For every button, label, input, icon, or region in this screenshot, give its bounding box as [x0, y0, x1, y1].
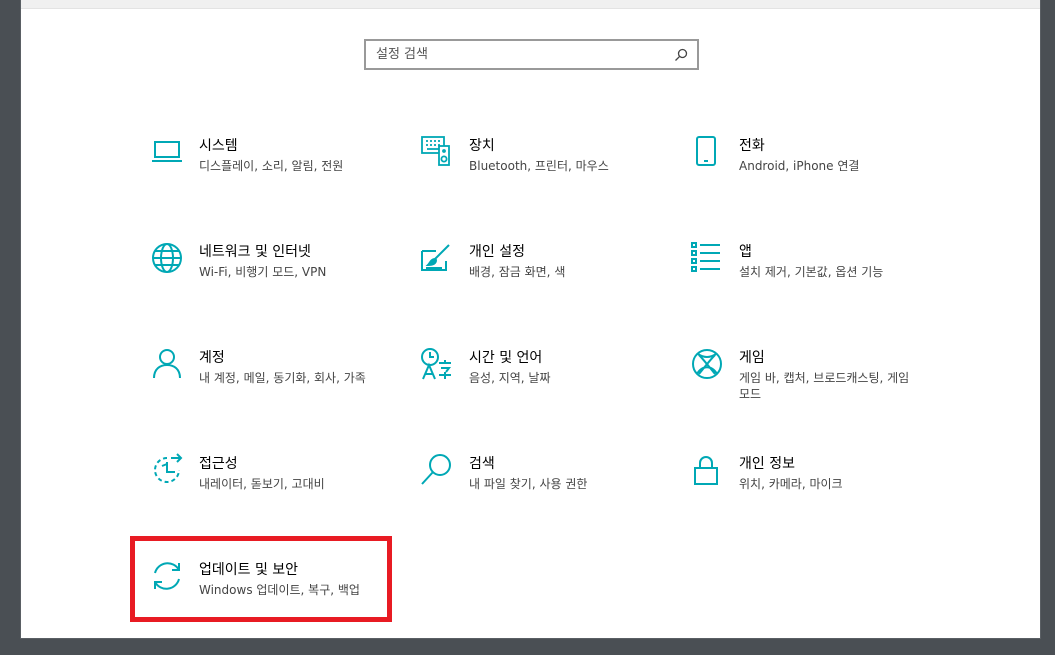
- tile-accessibility-desc: 내레이터, 돋보기, 고대비: [199, 477, 325, 491]
- tile-apps[interactable]: 앱 설치 제거, 기본값, 옵션 기능: [690, 241, 930, 323]
- xbox-icon: [690, 347, 724, 381]
- tile-privacy-desc: 위치, 카메라, 마이크: [739, 477, 843, 491]
- title-bar-strip: [21, 0, 1040, 9]
- tile-devices-title: 장치: [469, 138, 495, 154]
- magnifier-icon: [420, 453, 454, 487]
- accessibility-icon: [150, 453, 184, 487]
- tile-update-security-desc: Windows 업데이트, 복구, 백업: [199, 583, 360, 597]
- tile-apps-title: 앱: [739, 244, 752, 260]
- lock-icon: [690, 453, 724, 487]
- tile-system-desc: 디스플레이, 소리, 알림, 전원: [199, 159, 344, 173]
- tile-system[interactable]: 시스템 디스플레이, 소리, 알림, 전원: [150, 137, 390, 217]
- globe-icon: [150, 241, 184, 275]
- tile-system-title: 시스템: [199, 138, 238, 154]
- tile-update-security[interactable]: 업데이트 및 보안 Windows 업데이트, 복구, 백업: [150, 561, 390, 641]
- tile-search-title: 검색: [469, 456, 495, 472]
- tile-accessibility-title: 접근성: [199, 456, 238, 472]
- tile-search[interactable]: 검색 내 파일 찾기, 사용 권한: [420, 453, 660, 535]
- tile-personalization-title: 개인 설정: [469, 244, 525, 260]
- time-language-icon: [420, 347, 454, 381]
- tile-accessibility[interactable]: 접근성 내레이터, 돋보기, 고대비: [150, 453, 390, 535]
- tile-network-title: 네트워크 및 인터넷: [199, 244, 311, 260]
- tile-phone-title: 전화: [739, 138, 765, 154]
- tile-time-language-title: 시간 및 언어: [469, 350, 543, 366]
- search-input[interactable]: [366, 41, 672, 68]
- tile-personalization[interactable]: 개인 설정 배경, 잠금 화면, 색: [420, 243, 660, 323]
- tile-network-desc: Wi-Fi, 비행기 모드, VPN: [199, 265, 327, 279]
- tile-update-security-title: 업데이트 및 보안: [199, 562, 299, 578]
- person-icon: [150, 347, 184, 381]
- tile-privacy-title: 개인 정보: [739, 456, 795, 472]
- tile-time-language-desc: 음성, 지역, 날짜: [469, 371, 551, 385]
- tile-network[interactable]: 네트워크 및 인터넷 Wi-Fi, 비행기 모드, VPN: [150, 243, 390, 323]
- phone-icon: [690, 135, 724, 169]
- tile-gaming-title: 게임: [739, 350, 765, 366]
- tile-gaming-desc: 게임 바, 캡처, 브로드캐스팅, 게임 모드: [739, 371, 910, 401]
- tile-apps-desc: 설치 제거, 기본값, 옵션 기능: [739, 265, 884, 279]
- tile-devices[interactable]: 장치 Bluetooth, 프린터, 마우스: [420, 135, 660, 217]
- tile-devices-desc: Bluetooth, 프린터, 마우스: [469, 159, 609, 173]
- keyboard-speaker-icon: [420, 135, 454, 169]
- tile-accounts[interactable]: 계정 내 계정, 메일, 동기화, 회사, 가족: [150, 349, 390, 429]
- tile-privacy[interactable]: 개인 정보 위치, 카메라, 마이크: [690, 455, 930, 535]
- tile-phone[interactable]: 전화 Android, iPhone 연결: [690, 135, 930, 217]
- sync-icon: [150, 559, 184, 593]
- settings-window: 시스템 디스플레이, 소리, 알림, 전원 장치 Bluetooth, 프린터,…: [20, 0, 1041, 639]
- search-box[interactable]: [364, 39, 699, 70]
- tile-search-desc: 내 파일 찾기, 사용 권한: [469, 477, 588, 491]
- paint-icon: [420, 241, 454, 275]
- apps-list-icon: [690, 241, 724, 275]
- tile-gaming[interactable]: 게임 게임 바, 캡처, 브로드캐스팅, 게임 모드: [690, 349, 930, 429]
- laptop-icon: [150, 135, 184, 169]
- tile-accounts-title: 계정: [199, 350, 225, 366]
- tile-time-language[interactable]: 시간 및 언어 음성, 지역, 날짜: [420, 347, 660, 429]
- tile-accounts-desc: 내 계정, 메일, 동기화, 회사, 가족: [199, 371, 366, 385]
- tile-phone-desc: Android, iPhone 연결: [739, 159, 860, 173]
- tile-personalization-desc: 배경, 잠금 화면, 색: [469, 265, 566, 279]
- search-icon[interactable]: [672, 46, 690, 64]
